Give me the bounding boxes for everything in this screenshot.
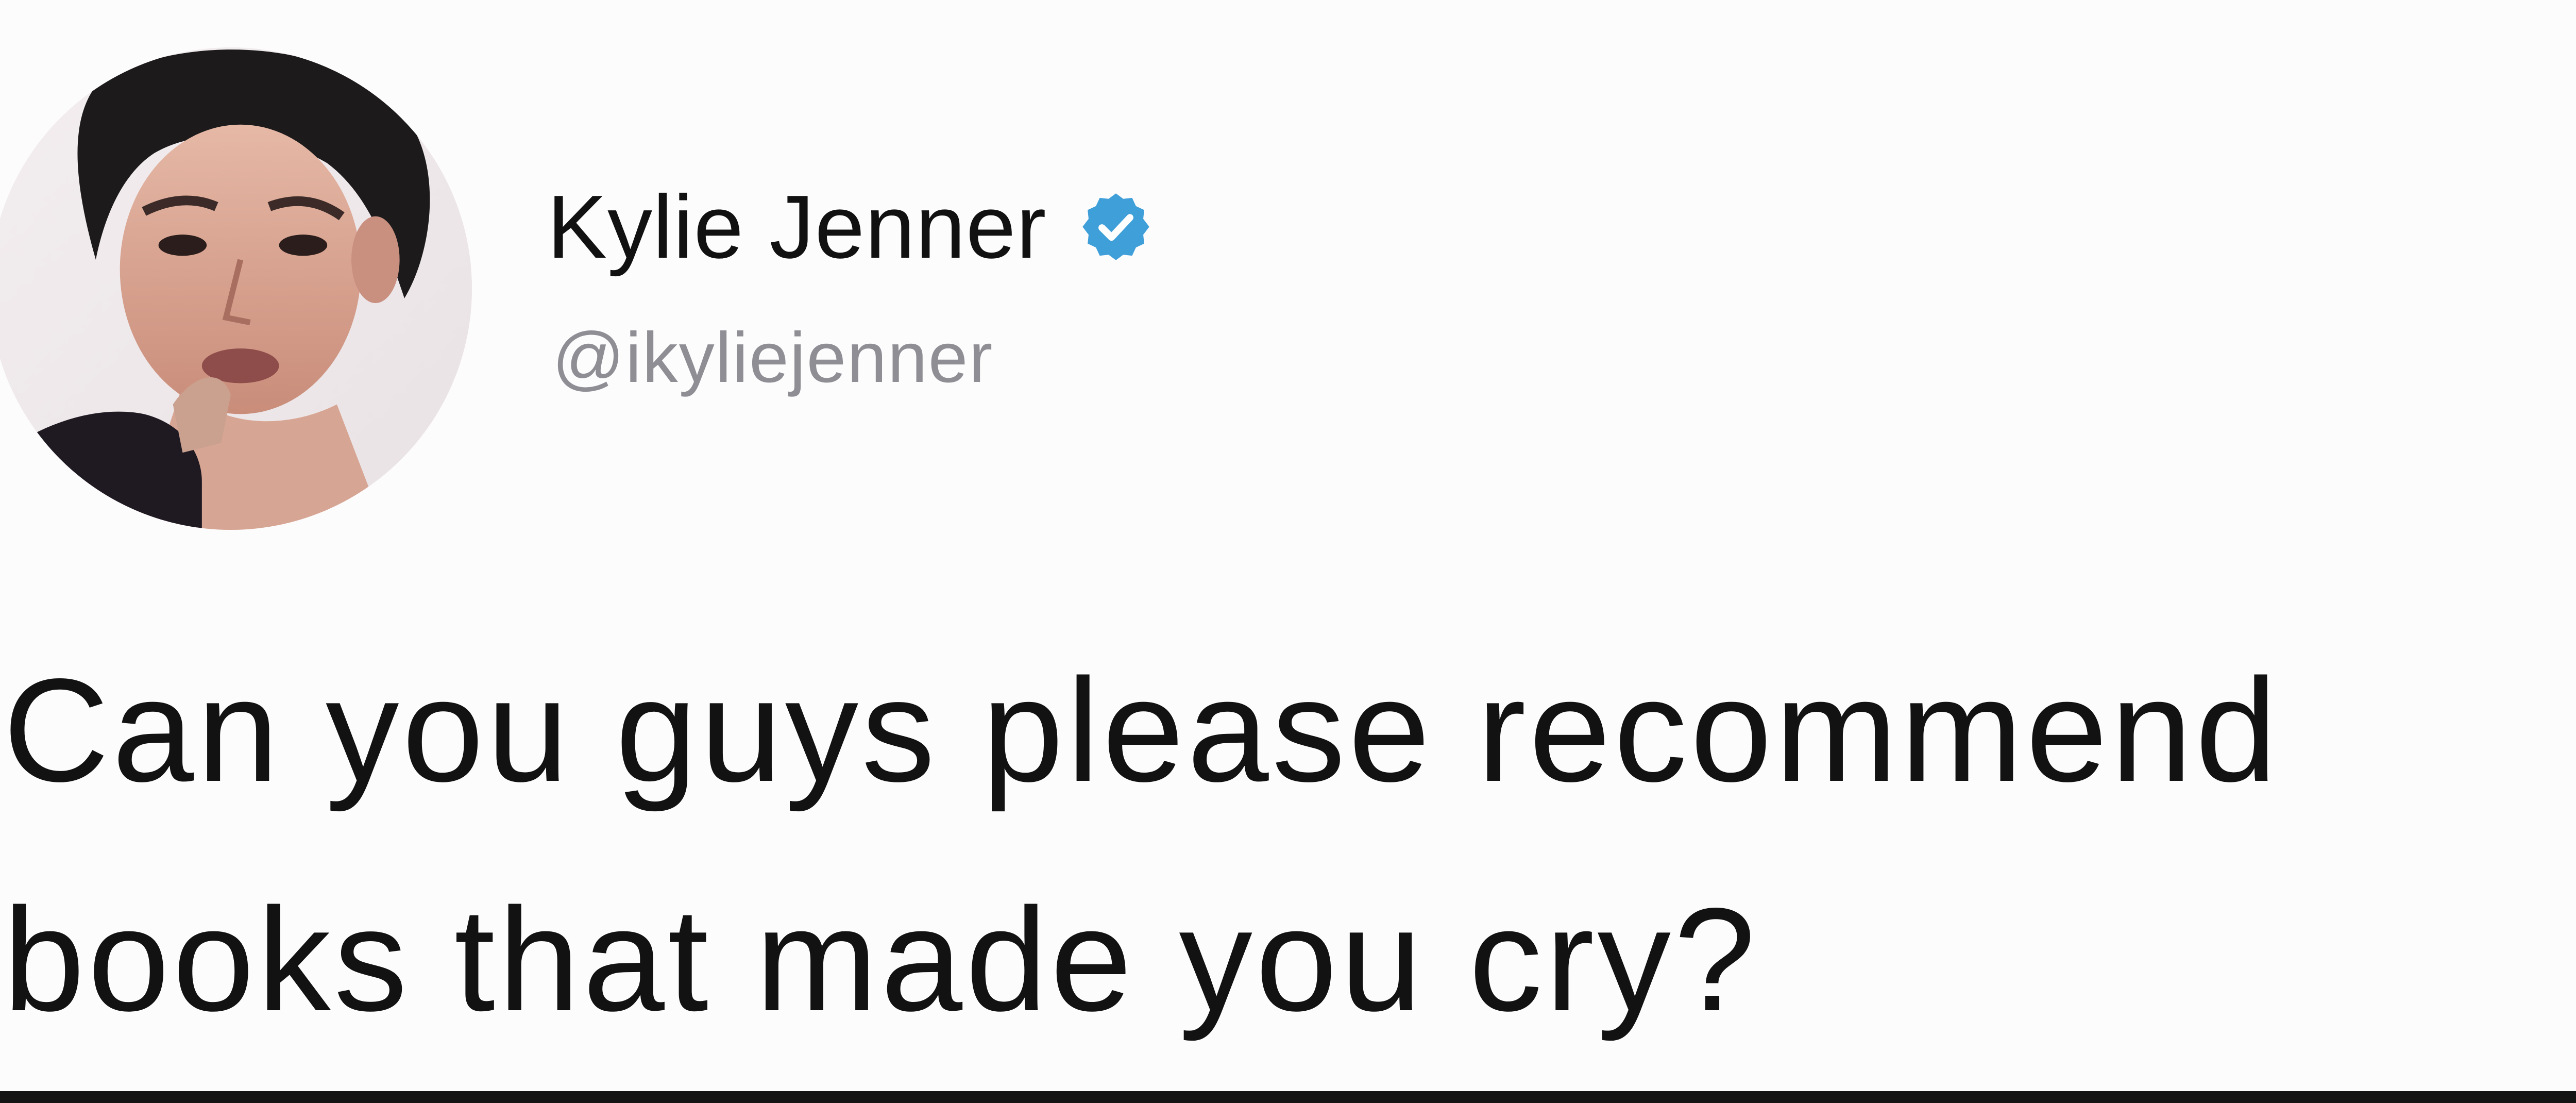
bottom-divider	[0, 1091, 2576, 1103]
verified-badge-icon	[1078, 189, 1154, 265]
author-display-name[interactable]: Kylie Jenner	[547, 182, 1047, 272]
tweet-text: Can you guys please recommend books that…	[3, 648, 2280, 1042]
avatar-photo	[0, 47, 472, 530]
avatar[interactable]	[0, 47, 472, 530]
author-handle[interactable]: @ikyliejenner	[552, 322, 993, 393]
tweet-card: Kylie Jenner @ikyliejenner Can you guys …	[0, 0, 2576, 1090]
author-row: Kylie Jenner	[547, 170, 1154, 283]
